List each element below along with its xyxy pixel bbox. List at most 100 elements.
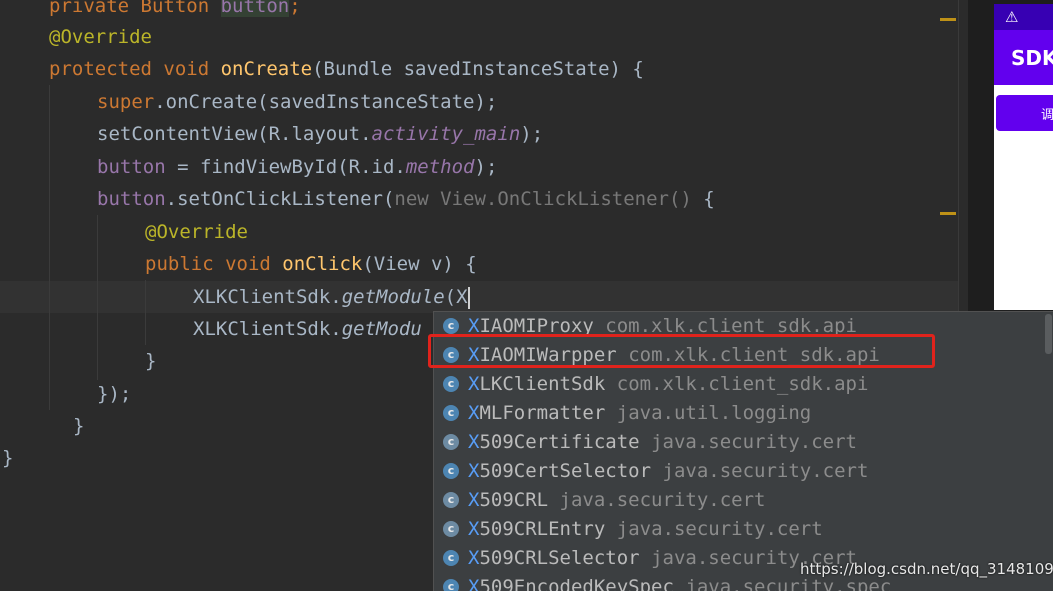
code-line-12: } (145, 345, 156, 377)
code-token: = findViewById(R.id. (165, 156, 406, 178)
completion-package: java.security.cert (662, 460, 869, 482)
code-token: ); (520, 123, 544, 145)
code-line-1: private Button button; (49, 0, 301, 22)
code-token: getModule (341, 286, 445, 308)
match-text: X (468, 373, 480, 395)
code-token: getModu (341, 318, 422, 340)
code-token: method (405, 156, 475, 178)
code-token: } (145, 350, 157, 372)
code-token: XLKClientSdk. (193, 318, 342, 340)
match-text: X (468, 547, 480, 569)
code-token: button (97, 156, 166, 178)
code-line-2: @Override (49, 21, 152, 53)
match-text: X (468, 431, 480, 453)
completion-item[interactable]: c X509Certificate java.security.cert (434, 428, 1048, 457)
code-token: button (97, 188, 166, 210)
match-text: X (468, 576, 480, 591)
abstract-class-icon: c (443, 521, 459, 537)
code-token: private Button (49, 0, 221, 17)
code-token: super (97, 91, 155, 113)
match-text: X (468, 489, 480, 511)
warning-marker[interactable] (940, 212, 956, 215)
warning-marker[interactable] (940, 18, 956, 21)
code-token: }); (97, 383, 132, 405)
current-line-highlight (0, 281, 958, 313)
completion-package: java.security.cert (651, 431, 857, 453)
completion-item[interactable]: c X509CertSelector java.security.cert (434, 457, 1048, 486)
code-token: (X (444, 286, 468, 308)
completion-item[interactable]: c X509CRLEntry java.security.cert (434, 515, 1048, 544)
code-token: protected void (49, 58, 221, 80)
class-icon: c (443, 463, 459, 479)
code-token: { (691, 188, 715, 210)
completion-name: 509CRLEntry (479, 518, 606, 540)
app-title: SDK- (1011, 46, 1053, 70)
completion-item[interactable]: c XLKClientSdk com.xlk.client_sdk.api (434, 370, 1048, 399)
class-icon: c (443, 405, 459, 421)
completion-item[interactable]: c XMLFormatter java.util.logging (434, 399, 1048, 428)
code-token: button (220, 0, 290, 17)
code-token: new View.OnClickListener() (394, 188, 692, 210)
highlight-annotation (428, 334, 935, 368)
class-icon: c (443, 376, 459, 392)
code-token: setContentView(R.layout. (97, 123, 372, 145)
completion-scrollbar[interactable] (1045, 314, 1052, 354)
completion-name: MLFormatter (479, 402, 606, 424)
completion-name: 509CRL (479, 489, 549, 511)
code-line-9: public void onClick(View v) { (145, 248, 477, 280)
match-text: X (468, 402, 480, 424)
completion-item[interactable]: c X509CRL java.security.cert (434, 486, 1048, 515)
code-token: onClick (282, 253, 363, 275)
match-text: X (468, 460, 480, 482)
warning-icon: ⚠ (1005, 8, 1019, 26)
completion-package: java.security.cert (559, 489, 766, 511)
code-token: (Bundle savedInstanceState) { (312, 58, 644, 80)
code-token: @Override (49, 26, 152, 48)
class-icon: c (443, 318, 459, 334)
completion-name: 509EncodedKeySpec (479, 576, 674, 591)
code-token: XLKClientSdk. (193, 286, 342, 308)
completion-name: 509CertSelector (479, 460, 652, 482)
abstract-class-icon: c (443, 434, 459, 450)
class-icon: c (443, 579, 459, 591)
code-line-13: }); (97, 378, 131, 410)
code-token: ); (474, 156, 498, 178)
class-icon: c (443, 550, 459, 566)
completion-package: java.security.cert (616, 518, 823, 540)
app-call-button-label: 调 (1041, 108, 1053, 123)
code-line-10: XLKClientSdk.getModule(X (193, 281, 470, 313)
completion-package: java.security.spec (685, 576, 892, 591)
code-line-5: setContentView(R.layout.activity_main); (97, 118, 543, 150)
completion-name: LKClientSdk (479, 373, 606, 395)
code-token: ; (289, 0, 301, 17)
code-token: .setOnClickListener( (165, 188, 395, 210)
indent-guide (49, 85, 50, 410)
code-line-3: protected void onCreate(Bundle savedInst… (49, 53, 644, 85)
code-token: public void (145, 253, 283, 275)
code-token: (View v) { (362, 253, 477, 275)
code-line-11: XLKClientSdk.getModu (193, 313, 422, 345)
code-token: } (73, 415, 85, 437)
watermark: https://blog.csdn.net/qq_31481093 (800, 560, 1053, 578)
code-token: .onCreate(savedInstanceState); (154, 91, 498, 113)
code-token: activity_main (371, 123, 521, 145)
code-line-7: button.setOnClickListener(new View.OnCli… (97, 183, 715, 215)
code-line-14: } (73, 410, 84, 442)
indent-guide (97, 215, 98, 380)
code-token: @Override (145, 221, 248, 243)
code-token: onCreate (220, 58, 313, 80)
abstract-class-icon: c (443, 492, 459, 508)
indent-guide (145, 280, 146, 345)
code-line-4: super.onCreate(savedInstanceState); (97, 86, 497, 118)
code-token: } (2, 447, 14, 469)
completion-name: 509Certificate (479, 431, 640, 453)
code-line-15: } (2, 442, 13, 474)
emulator-status-bar (994, 4, 1053, 30)
code-line-6: button = findViewById(R.id.method); (97, 151, 497, 183)
completion-package: java.util.logging (616, 402, 812, 424)
text-caret (467, 286, 470, 309)
completion-package: com.xlk.client_sdk.api (616, 373, 869, 395)
code-line-8: @Override (145, 216, 248, 248)
completion-name: 509CRLSelector (479, 547, 640, 569)
match-text: X (468, 518, 480, 540)
